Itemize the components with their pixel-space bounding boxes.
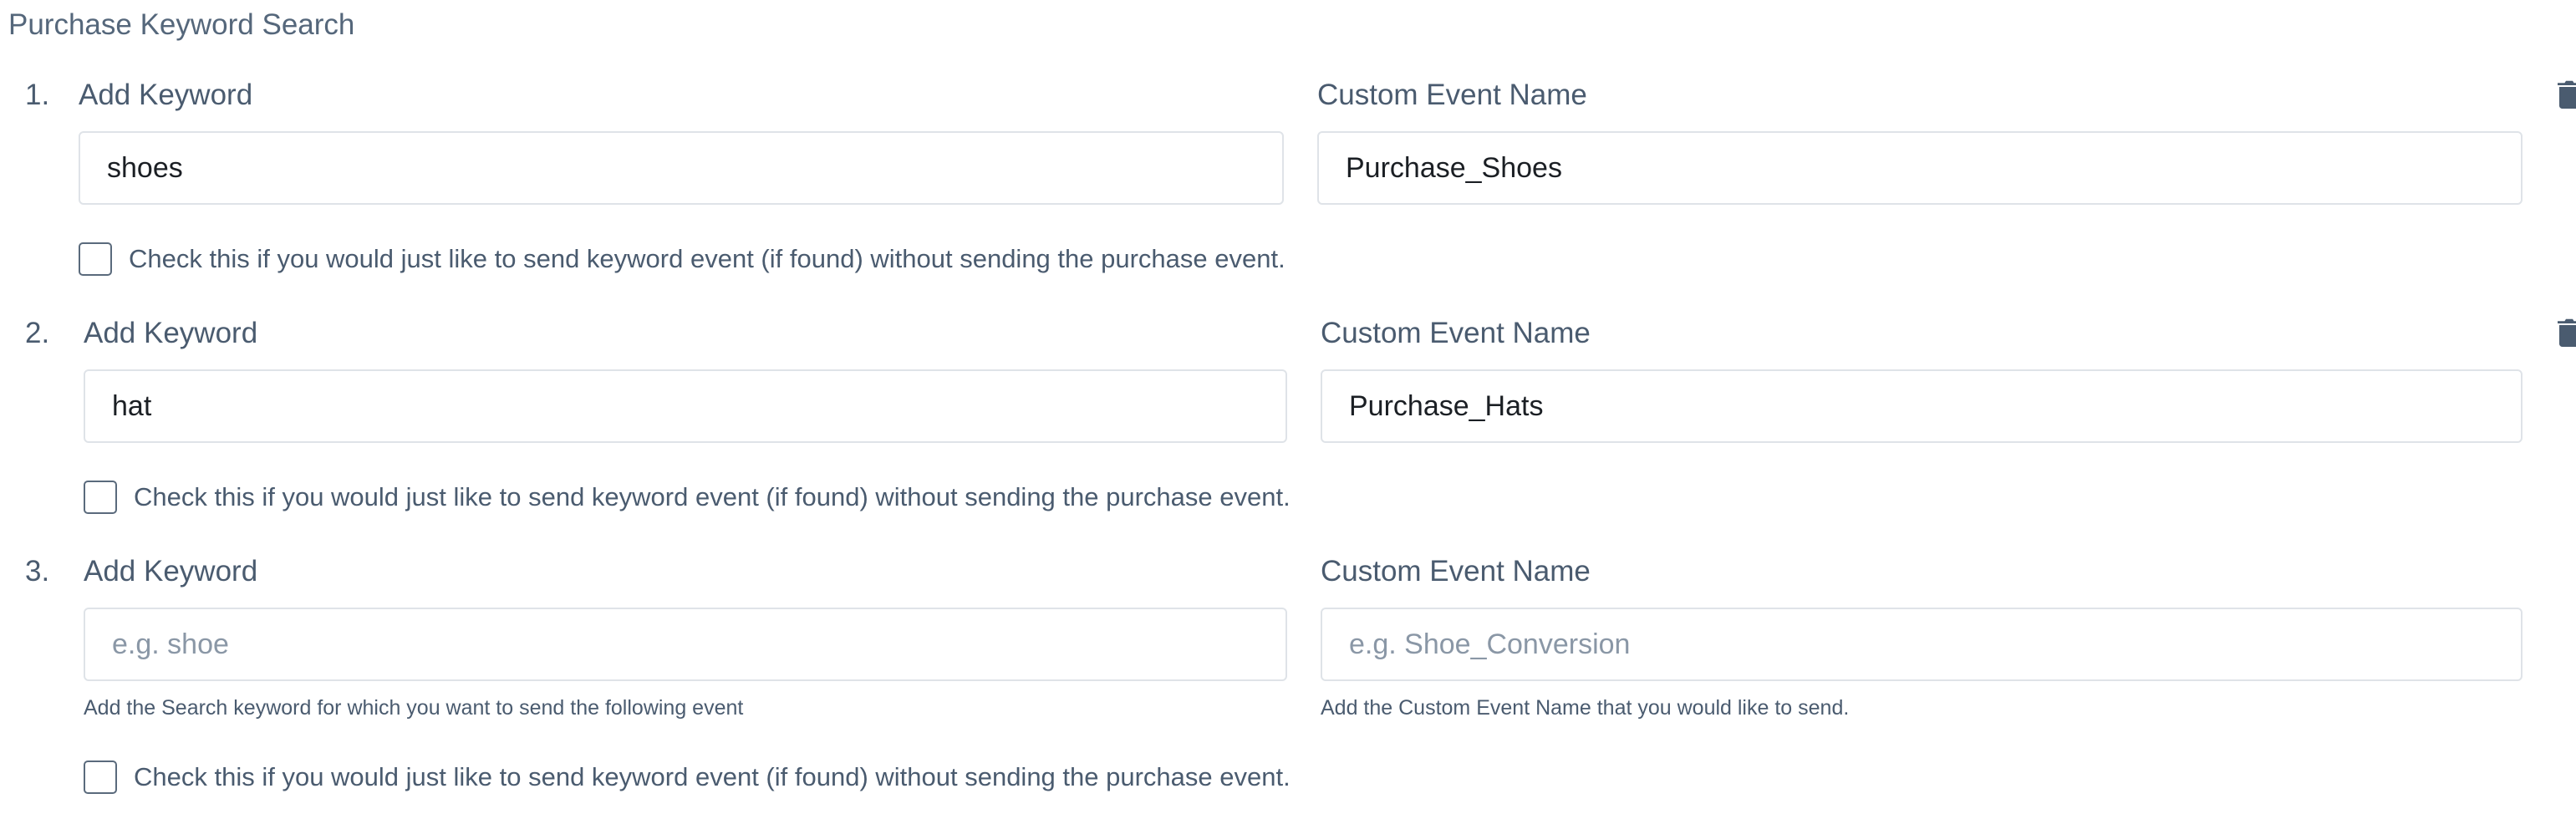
keyword-row-1: 1. Add Keyword Custom Event Name Check t… (0, 77, 2576, 286)
keyword-help-text: Add the Search keyword for which you wan… (84, 696, 744, 720)
send-keyword-only-option: Check this if you would just like to sen… (79, 242, 1285, 276)
custom-event-help-text: Add the Custom Event Name that you would… (1321, 696, 1850, 720)
custom-event-name-label: Custom Event Name (1321, 555, 1591, 588)
trash-icon[interactable] (2558, 80, 2576, 109)
trash-icon[interactable] (2558, 318, 2576, 347)
send-keyword-only-checkbox[interactable] (84, 481, 117, 514)
send-keyword-only-label: Check this if you would just like to sen… (134, 762, 1291, 791)
custom-event-name-input[interactable] (1321, 369, 2523, 443)
custom-event-name-input[interactable] (1317, 131, 2523, 205)
purchase-keyword-search-panel: Purchase Keyword Search 1. Add Keyword C… (0, 0, 2576, 819)
send-keyword-only-checkbox[interactable] (79, 242, 112, 276)
add-keyword-label: Add Keyword (84, 555, 258, 588)
keyword-row-3: 3. Add Keyword Custom Event Name Add the… (0, 553, 2576, 804)
keyword-input[interactable] (79, 131, 1284, 205)
send-keyword-only-label: Check this if you would just like to sen… (129, 244, 1285, 273)
keyword-input[interactable] (84, 608, 1287, 681)
custom-event-name-label: Custom Event Name (1321, 317, 1591, 349)
section-title: Purchase Keyword Search (8, 8, 355, 41)
send-keyword-only-checkbox[interactable] (84, 760, 117, 794)
row-number: 2. (25, 317, 50, 349)
custom-event-name-label: Custom Event Name (1317, 79, 1587, 111)
send-keyword-only-option: Check this if you would just like to sen… (84, 760, 1291, 794)
send-keyword-only-option: Check this if you would just like to sen… (84, 481, 1291, 514)
add-keyword-label: Add Keyword (79, 79, 253, 111)
keyword-input[interactable] (84, 369, 1287, 443)
custom-event-name-input[interactable] (1321, 608, 2523, 681)
add-keyword-label: Add Keyword (84, 317, 258, 349)
row-number: 3. (25, 555, 50, 588)
row-number: 1. (25, 79, 50, 111)
keyword-row-2: 2. Add Keyword Custom Event Name Check t… (0, 315, 2576, 524)
send-keyword-only-label: Check this if you would just like to sen… (134, 482, 1291, 511)
